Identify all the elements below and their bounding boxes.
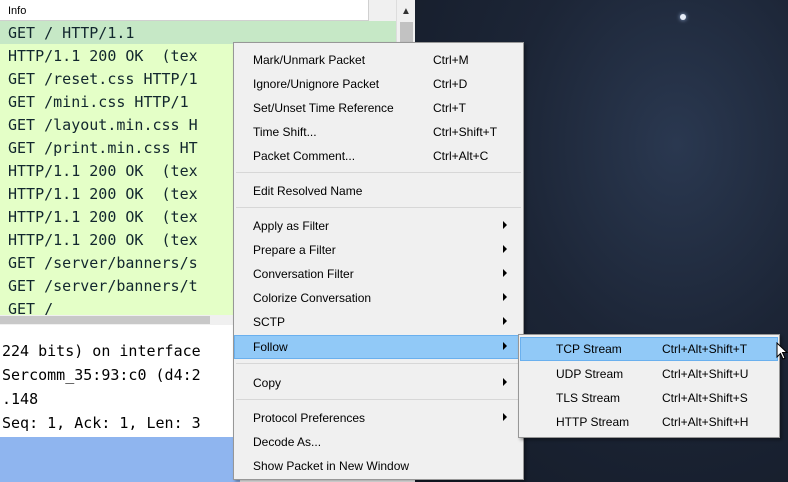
menu-item-packet-comment[interactable]: Packet Comment... Ctrl+Alt+C — [234, 144, 523, 168]
submenu-item-tcp-stream[interactable]: TCP Stream Ctrl+Alt+Shift+T — [520, 337, 778, 361]
submenu-item-tls-stream[interactable]: TLS Stream Ctrl+Alt+Shift+S — [520, 386, 778, 410]
menu-item-sctp[interactable]: SCTP — [234, 310, 523, 334]
menu-item-label: Time Shift... — [253, 125, 317, 139]
menu-item-follow[interactable]: Follow — [234, 335, 523, 359]
menu-item-label: Colorize Conversation — [253, 291, 372, 305]
menu-item-shortcut: Ctrl+Shift+T — [433, 125, 498, 139]
chevron-right-icon — [503, 245, 507, 253]
menu-item-label: Decode As... — [253, 435, 322, 449]
menu-item-time-shift[interactable]: Time Shift... Ctrl+Shift+T — [234, 120, 523, 144]
submenu-item-shortcut: Ctrl+Alt+Shift+U — [662, 367, 749, 381]
menu-item-shortcut: Ctrl+Alt+C — [433, 149, 489, 163]
column-header-blank — [368, 0, 396, 21]
menu-item-label: Follow — [253, 340, 288, 354]
menu-item-apply-as-filter[interactable]: Apply as Filter — [234, 214, 523, 238]
chevron-right-icon — [503, 221, 507, 229]
chevron-right-icon — [503, 269, 507, 277]
selected-detail-row[interactable] — [0, 437, 240, 482]
menu-item-label: Ignore/Unignore Packet — [253, 77, 380, 91]
detail-line[interactable]: Seq: 1, Ack: 1, Len: 3 — [0, 414, 240, 437]
menu-item-label: Set/Unset Time Reference — [253, 101, 394, 115]
menu-separator — [236, 399, 521, 400]
submenu-item-label: UDP Stream — [556, 367, 624, 381]
hscroll-thumb[interactable] — [0, 316, 210, 324]
menu-item-decode-as[interactable]: Decode As... — [234, 430, 523, 454]
menu-item-label: Packet Comment... — [253, 149, 356, 163]
menu-item-time-reference[interactable]: Set/Unset Time Reference Ctrl+T — [234, 96, 523, 120]
menu-item-label: Prepare a Filter — [253, 243, 336, 257]
menu-item-label: Edit Resolved Name — [253, 184, 363, 198]
detail-line[interactable]: .148 — [0, 390, 240, 413]
submenu-item-http-stream[interactable]: HTTP Stream Ctrl+Alt+Shift+H — [520, 410, 778, 434]
menu-separator — [236, 363, 521, 364]
chevron-right-icon — [503, 293, 507, 301]
submenu-item-label: TLS Stream — [556, 391, 621, 405]
submenu-item-label: HTTP Stream — [556, 415, 630, 429]
chevron-right-icon — [503, 317, 507, 325]
menu-item-copy[interactable]: Copy — [234, 371, 523, 395]
submenu-item-udp-stream[interactable]: UDP Stream Ctrl+Alt+Shift+U — [520, 362, 778, 386]
menu-item-ignore-packet[interactable]: Ignore/Unignore Packet Ctrl+D — [234, 72, 523, 96]
arrow-cursor-icon — [776, 342, 788, 360]
menu-item-label: SCTP — [253, 315, 286, 329]
menu-item-label: Mark/Unmark Packet — [253, 53, 366, 67]
up-arrow-icon[interactable]: ▲ — [401, 6, 411, 17]
menu-item-label: Conversation Filter — [253, 267, 354, 281]
chevron-right-icon — [503, 413, 507, 421]
context-menu: Mark/Unmark Packet Ctrl+M Ignore/Unignor… — [233, 42, 524, 480]
menu-item-mark-packet[interactable]: Mark/Unmark Packet Ctrl+M — [234, 48, 523, 72]
submenu-item-shortcut: Ctrl+Alt+Shift+T — [662, 342, 748, 356]
menu-item-shortcut: Ctrl+M — [433, 53, 469, 67]
submenu-item-shortcut: Ctrl+Alt+Shift+H — [662, 415, 749, 429]
menu-separator — [236, 172, 521, 173]
menu-item-colorize-conversation[interactable]: Colorize Conversation — [234, 286, 523, 310]
menu-item-prepare-filter[interactable]: Prepare a Filter — [234, 238, 523, 262]
desktop-star — [680, 14, 686, 20]
packet-row[interactable]: GET / HTTP/1.1 — [0, 21, 396, 44]
menu-item-show-packet-new-window[interactable]: Show Packet in New Window — [234, 454, 523, 478]
follow-submenu: TCP Stream Ctrl+Alt+Shift+T UDP Stream C… — [518, 334, 780, 438]
menu-item-edit-resolved-name[interactable]: Edit Resolved Name — [234, 179, 523, 203]
menu-item-label: Protocol Preferences — [253, 411, 366, 425]
menu-item-protocol-preferences[interactable]: Protocol Preferences — [234, 406, 523, 430]
menu-item-label: Show Packet in New Window — [253, 459, 410, 473]
column-header-info[interactable]: Info — [0, 0, 368, 21]
menu-separator — [236, 207, 521, 208]
menu-item-conversation-filter[interactable]: Conversation Filter — [234, 262, 523, 286]
submenu-item-label: TCP Stream — [556, 342, 622, 356]
menu-item-shortcut: Ctrl+T — [433, 101, 466, 115]
detail-line[interactable]: 224 bits) on interface — [0, 342, 240, 365]
detail-line[interactable]: Sercomm_35:93:c0 (d4:2 — [0, 366, 240, 389]
menu-item-shortcut: Ctrl+D — [433, 77, 468, 91]
chevron-right-icon — [503, 378, 507, 386]
menu-item-label: Apply as Filter — [253, 219, 330, 233]
submenu-item-shortcut: Ctrl+Alt+Shift+S — [662, 391, 748, 405]
chevron-right-icon — [503, 342, 507, 350]
menu-item-label: Copy — [253, 376, 282, 390]
